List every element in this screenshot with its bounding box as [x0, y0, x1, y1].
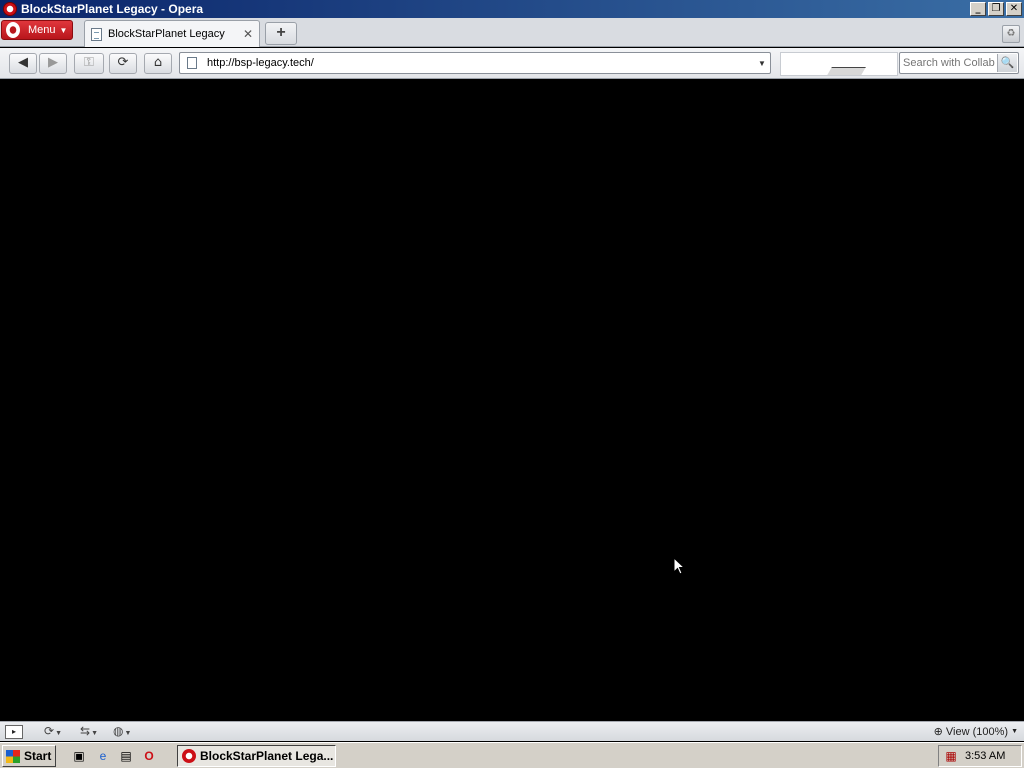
forward-button[interactable]: ▶ — [39, 53, 67, 74]
toolbar-image — [780, 52, 898, 76]
home-button[interactable]: ⌂ — [144, 53, 172, 74]
close-window-button[interactable]: ✕ — [1006, 2, 1022, 16]
taskbar-opera-window[interactable]: BlockStarPlanet Lega... — [177, 745, 336, 767]
mouse-cursor-icon — [673, 557, 685, 575]
window-title: BlockStarPlanet Legacy - Opera — [21, 2, 204, 16]
search-icon[interactable]: 🔍 — [997, 54, 1017, 72]
address-bar[interactable]: http://bsp-legacy.tech/ ▼ — [179, 52, 771, 74]
tray-notification-icon[interactable]: ▦ — [943, 749, 959, 763]
page-content[interactable] — [0, 80, 1024, 721]
tab-bar: Menu ▼ BlockStarPlanet Legacy ✕ + ♻ — [0, 18, 1024, 47]
close-tab-icon[interactable]: ✕ — [241, 27, 255, 41]
page-icon — [91, 27, 102, 41]
navigation-bar: ◀ ▶ ⚿ ⟳ ⌂ http://bsp-legacy.tech/ ▼ 🔍 — [0, 48, 1024, 79]
chevron-down-icon: ▼ — [1011, 728, 1018, 735]
unite-icon[interactable]: ◍▼ — [113, 724, 131, 740]
page-icon — [187, 57, 197, 69]
address-dropdown-icon[interactable]: ▼ — [754, 59, 770, 68]
system-tray: ▦ 3:53 AM — [938, 745, 1022, 767]
promo-graphic — [826, 67, 866, 75]
opera-menu-button[interactable]: Menu ▼ — [1, 20, 73, 40]
panel-toggle-icon[interactable]: ▸ — [5, 725, 23, 739]
key-icon[interactable]: ⚿ — [74, 53, 104, 74]
internet-explorer-icon[interactable]: e — [94, 747, 112, 765]
window-title-bar: BlockStarPlanet Legacy - Opera _ ❐ ✕ — [0, 0, 1024, 18]
reload-button[interactable]: ⟳ — [109, 53, 137, 74]
address-url[interactable]: http://bsp-legacy.tech/ — [207, 57, 754, 69]
back-button[interactable]: ◀ — [9, 53, 37, 74]
opera-app-icon — [3, 2, 17, 16]
windows-logo-icon — [6, 749, 20, 763]
search-field[interactable]: 🔍 — [899, 52, 1019, 74]
minimize-button[interactable]: _ — [970, 2, 986, 16]
start-label: Start — [24, 749, 52, 763]
restore-button[interactable]: ❐ — [988, 2, 1004, 16]
start-button[interactable]: Start — [2, 745, 56, 767]
zoom-control[interactable]: ⊕ View (100%) ▼ — [933, 725, 1018, 739]
taskbar: Start ▣ e ▤ O BlockStarPlanet Lega... ▦ … — [0, 742, 1024, 768]
show-desktop-icon[interactable]: ▣ — [70, 747, 88, 765]
menu-label: Menu — [28, 24, 56, 36]
trash-icon[interactable]: ♻ — [1002, 25, 1020, 43]
windows-explorer-icon[interactable]: ▤ — [117, 747, 135, 765]
new-tab-button[interactable]: + — [265, 22, 297, 45]
opera-icon — [182, 749, 196, 763]
chevron-down-icon: ▼ — [59, 25, 68, 35]
task-label: BlockStarPlanet Lega... — [200, 749, 334, 763]
search-input[interactable] — [903, 57, 997, 69]
sync-icon[interactable]: ⟳▼ — [44, 724, 62, 740]
clock: 3:53 AM — [965, 750, 1006, 762]
magnifier-icon: ⊕ — [933, 726, 943, 738]
status-bar: ▸ ⟳▼ ⇆▼ ◍▼ ⊕ View (100%) ▼ — [0, 721, 1024, 741]
zoom-label: View (100%) — [945, 725, 1009, 738]
opera-logo-icon — [6, 22, 20, 38]
share-icon[interactable]: ⇆▼ — [80, 724, 98, 740]
tab-title: BlockStarPlanet Legacy — [108, 28, 225, 40]
opera-quicklaunch-icon[interactable]: O — [140, 747, 158, 765]
tab-blockstarplanet[interactable]: BlockStarPlanet Legacy ✕ — [84, 20, 260, 47]
